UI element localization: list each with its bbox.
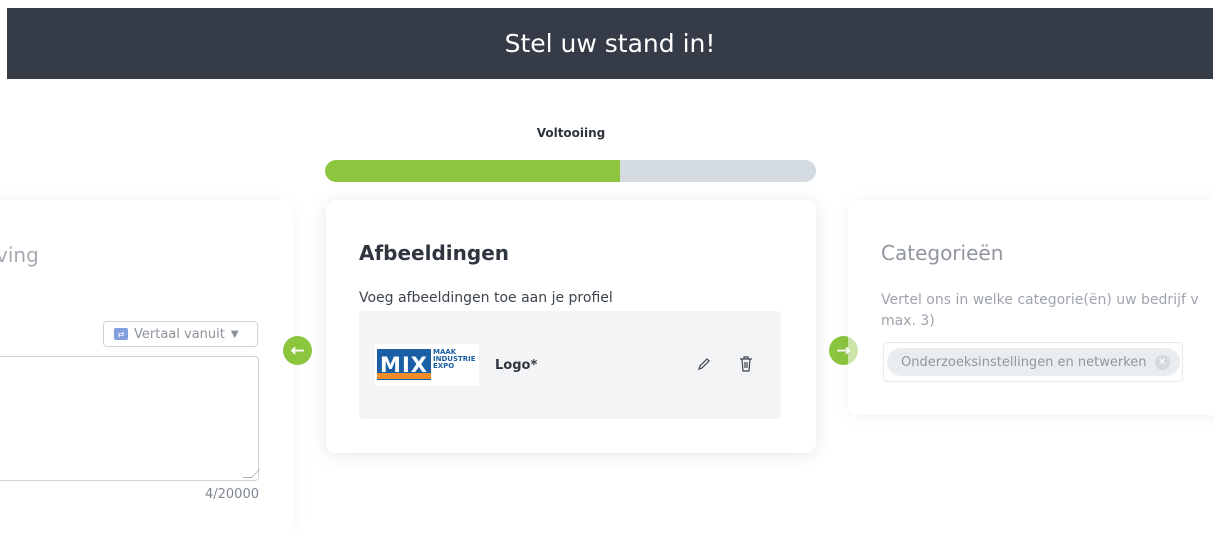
- progress-label: Voltooiing: [536, 126, 606, 140]
- page-title: Stel uw stand in!: [504, 29, 716, 58]
- delete-button[interactable]: [737, 355, 755, 373]
- categories-description: Vertel ons in welke categorie(ën) uw bed…: [881, 292, 1199, 329]
- resize-handle[interactable]: [242, 469, 261, 478]
- progress-fill: [325, 160, 620, 182]
- edit-button[interactable]: [695, 355, 713, 373]
- category-select[interactable]: Onderzoeksinstellingen en netwerken ✕: [883, 342, 1183, 382]
- char-count: 4/20000: [204, 487, 259, 502]
- arrow-left-icon: ←: [290, 340, 305, 361]
- translate-icon: ⇄: [114, 328, 128, 340]
- image-item: MIX MAAK INDUSTRIE EXPO Logo*: [359, 311, 781, 419]
- images-card-subtitle: Voeg afbeeldingen toe aan je profiel: [359, 290, 613, 306]
- caret-down-icon: ▼: [230, 328, 239, 340]
- page-header: Stel uw stand in!: [7, 8, 1213, 79]
- images-card-title: Afbeeldingen: [359, 241, 510, 265]
- progress-bar: [325, 160, 816, 182]
- previous-card-title: ving: [0, 243, 39, 267]
- translate-label: Vertaal vanuit: [134, 326, 225, 342]
- category-chip: Onderzoeksinstellingen en netwerken ✕: [887, 348, 1180, 376]
- logo-thumbnail: MIX MAAK INDUSTRIE EXPO: [375, 344, 479, 386]
- previous-step-button[interactable]: ←: [283, 336, 312, 365]
- image-label: Logo*: [495, 358, 538, 373]
- translate-dropdown[interactable]: ⇄ Vertaal vanuit ▼: [103, 321, 258, 347]
- logo-words: MAAK INDUSTRIE EXPO: [433, 348, 476, 370]
- description-textarea[interactable]: [0, 356, 261, 481]
- trash-icon: [740, 356, 752, 372]
- logo-accent-bar: [377, 373, 431, 379]
- close-circle-icon[interactable]: ✕: [1154, 354, 1170, 370]
- pencil-icon: [698, 358, 710, 370]
- categories-title: Categorieën: [881, 241, 1004, 265]
- category-chip-label: Onderzoeksinstellingen en netwerken: [901, 354, 1147, 370]
